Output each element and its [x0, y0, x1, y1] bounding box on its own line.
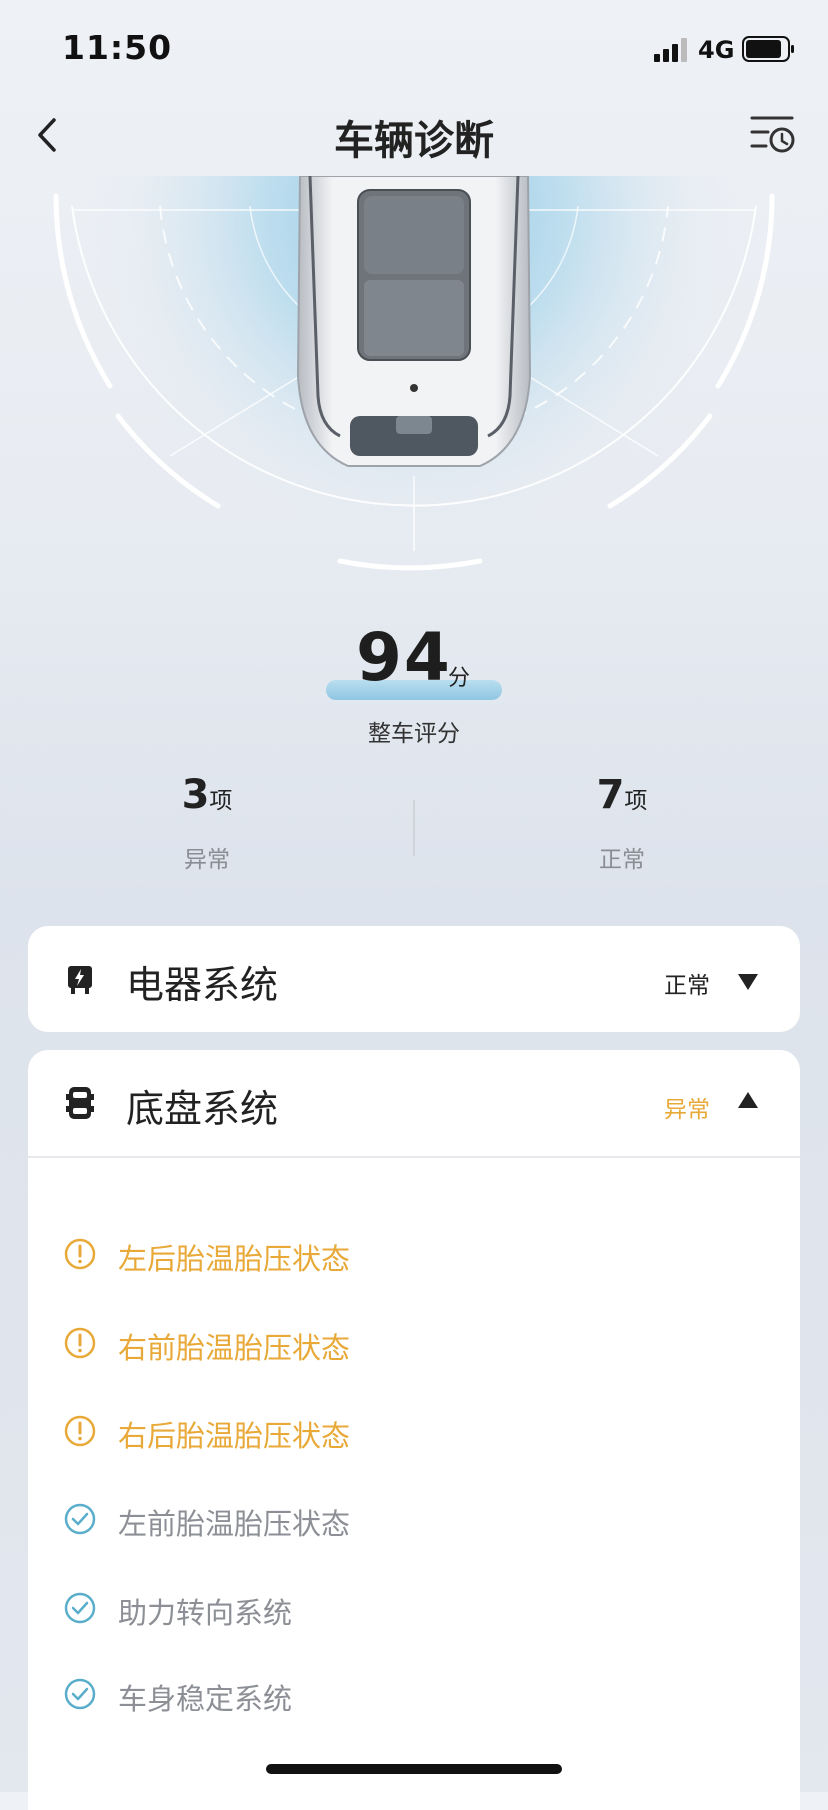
warning-circle-icon [64, 1415, 96, 1447]
car-chassis-icon [66, 1087, 94, 1119]
vehicle-visual [0, 176, 828, 586]
diagnostic-item[interactable]: 右前胎温胎压状态 [64, 1323, 764, 1365]
diagnostic-item-label: 左前胎温胎压状态 [118, 1507, 351, 1541]
status-bar: 11:50 4G [0, 0, 828, 100]
network-type: 4G [698, 36, 735, 64]
chassis-system-status: 异常 [664, 1097, 710, 1123]
cellular-signal-icon [654, 38, 687, 62]
car-top-view [296, 176, 532, 467]
score-section: 94 分 [0, 618, 828, 708]
battery-charging-icon [68, 966, 92, 994]
expand-arrow-down-icon[interactable] [736, 970, 760, 992]
score-unit: 分 [448, 666, 471, 691]
score-value: 94 [356, 619, 452, 696]
diagnostic-item-label: 左后胎温胎压状态 [118, 1242, 351, 1276]
history-icon[interactable] [748, 110, 798, 160]
normal-count: 7 [596, 772, 625, 818]
electric-system-status: 正常 [664, 973, 710, 999]
diagnostic-item-label: 右前胎温胎压状态 [118, 1331, 351, 1365]
home-indicator[interactable] [266, 1764, 562, 1774]
stat-divider [413, 800, 415, 856]
collapse-arrow-up-icon[interactable] [736, 1090, 760, 1112]
score-label: 整车评分 [368, 721, 460, 747]
warning-circle-icon [64, 1238, 96, 1270]
abnormal-unit: 项 [209, 788, 233, 814]
abnormal-count: 3 [181, 772, 210, 818]
electric-system-title: 电器系统 [126, 963, 279, 1007]
diagnostic-item[interactable]: 助力转向系统 [64, 1588, 764, 1630]
electric-system-card[interactable]: 电器系统 正常 [28, 926, 800, 1032]
diagnostic-item[interactable]: 右后胎温胎压状态 [64, 1411, 764, 1453]
normal-label: 正常 [599, 847, 645, 873]
chassis-system-title: 底盘系统 [126, 1087, 279, 1131]
diagnostic-item-label: 右后胎温胎压状态 [118, 1419, 351, 1453]
radar-rings-graphic [53, 176, 775, 571]
chassis-system-card: 底盘系统 异常 左后胎温胎压状态 右前胎温胎压状态 右后胎温胎压状态 左前胎温胎… [28, 1050, 800, 1810]
check-circle-icon [64, 1503, 96, 1535]
diagnostic-item[interactable]: 左后胎温胎压状态 [64, 1234, 764, 1276]
diagnostic-item[interactable]: 左前胎温胎压状态 [64, 1499, 764, 1541]
diagnostic-item[interactable]: 车身稳定系统 [64, 1674, 764, 1716]
diagnostic-item-label: 车身稳定系统 [118, 1682, 293, 1716]
nav-bar: 车辆诊断 [0, 96, 828, 176]
normal-count-stat: 7项 正常 [472, 772, 772, 874]
check-circle-icon [64, 1678, 96, 1710]
normal-unit: 项 [624, 788, 648, 814]
page-title: 车辆诊断 [334, 118, 494, 164]
abnormal-count-stat: 3项 异常 [57, 772, 357, 874]
diagnostic-item-label: 助力转向系统 [118, 1596, 293, 1630]
status-time: 11:50 [62, 28, 173, 67]
battery-icon [742, 36, 794, 62]
chassis-divider [28, 1156, 800, 1158]
abnormal-label: 异常 [184, 847, 230, 873]
check-circle-icon [64, 1592, 96, 1624]
warning-circle-icon [64, 1327, 96, 1359]
